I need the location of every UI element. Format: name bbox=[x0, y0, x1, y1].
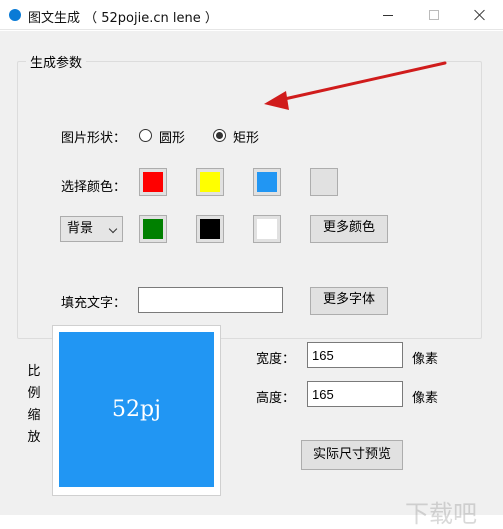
preview-text: 52pj bbox=[112, 397, 161, 422]
watermark-logo: 下载吧 bbox=[405, 500, 477, 528]
height-unit: 像素 bbox=[412, 391, 439, 406]
swatch-fill bbox=[200, 172, 220, 192]
preview-panel: 52pj bbox=[52, 325, 221, 496]
shape-label: 图片形状： bbox=[61, 131, 127, 146]
color-swatch-black[interactable] bbox=[196, 215, 224, 243]
app-icon bbox=[9, 9, 21, 21]
width-label: 宽度： bbox=[256, 352, 296, 367]
fill-text-label: 填充文字： bbox=[61, 296, 127, 311]
fill-text-input[interactable] bbox=[138, 287, 283, 313]
color-swatch-white[interactable] bbox=[253, 215, 281, 243]
height-label: 高度： bbox=[256, 391, 296, 406]
color-label: 选择颜色： bbox=[61, 180, 127, 195]
scale-char: 例 bbox=[27, 386, 41, 401]
swatch-fill bbox=[200, 219, 220, 239]
window-client: 生成参数 图片形状： 圆形 矩形 选择颜色： 背景 更多颜色 填充文字： 更多字… bbox=[0, 31, 503, 528]
generate-params-group: 生成参数 图片形状： 圆形 矩形 选择颜色： 背景 更多颜色 填充文字： 更多字… bbox=[17, 52, 482, 339]
chevron-down-icon bbox=[108, 224, 118, 234]
more-colors-button[interactable]: 更多颜色 bbox=[310, 215, 388, 243]
scale-char: 缩 bbox=[27, 408, 41, 423]
height-input[interactable] bbox=[307, 381, 403, 407]
more-fonts-button[interactable]: 更多字体 bbox=[310, 287, 388, 315]
radio-rectangle-label[interactable]: 矩形 bbox=[233, 127, 259, 146]
minimize-icon bbox=[383, 14, 393, 16]
maximize-button bbox=[411, 0, 457, 30]
color-swatch-red[interactable] bbox=[139, 168, 167, 196]
color-swatch-yellow[interactable] bbox=[196, 168, 224, 196]
group-title: 生成参数 bbox=[26, 52, 87, 71]
radio-circle[interactable] bbox=[139, 129, 152, 142]
color-swatch-gray[interactable] bbox=[310, 168, 338, 196]
color-target-value: 背景 bbox=[67, 221, 94, 236]
scale-vertical-label: 比 例 缩 放 bbox=[25, 361, 43, 449]
swatch-fill bbox=[143, 219, 163, 239]
swatch-fill bbox=[257, 219, 277, 239]
close-icon bbox=[474, 9, 486, 21]
color-swatch-blue[interactable] bbox=[253, 168, 281, 196]
swatch-fill bbox=[143, 172, 163, 192]
scale-char: 放 bbox=[27, 430, 41, 445]
width-input[interactable] bbox=[307, 342, 403, 368]
window-title: 图文生成 （ 52pojie.cn lene ） bbox=[28, 11, 218, 26]
radio-circle-label[interactable]: 圆形 bbox=[159, 127, 185, 146]
color-target-select[interactable]: 背景 bbox=[60, 216, 123, 242]
actual-size-preview-button[interactable]: 实际尺寸预览 bbox=[301, 440, 403, 470]
maximize-icon bbox=[429, 10, 439, 20]
preview-image: 52pj bbox=[59, 332, 214, 487]
width-unit: 像素 bbox=[412, 352, 439, 367]
swatch-fill bbox=[314, 172, 334, 192]
close-button[interactable] bbox=[457, 0, 503, 30]
scale-char: 比 bbox=[27, 364, 41, 379]
color-swatch-green[interactable] bbox=[139, 215, 167, 243]
swatch-fill bbox=[257, 172, 277, 192]
title-bar: 图文生成 （ 52pojie.cn lene ） bbox=[0, 0, 503, 30]
radio-rectangle[interactable] bbox=[213, 129, 226, 142]
minimize-button[interactable] bbox=[365, 0, 411, 30]
